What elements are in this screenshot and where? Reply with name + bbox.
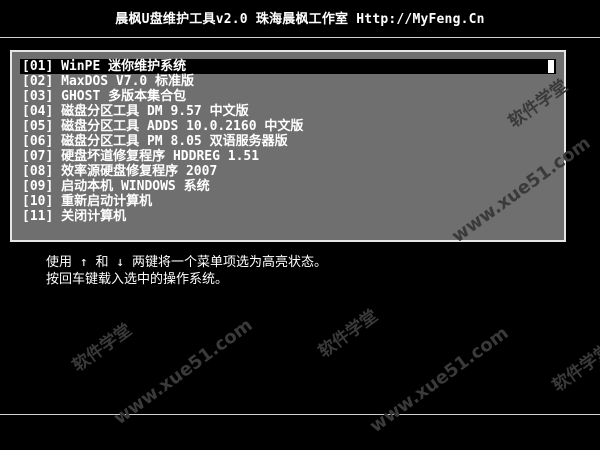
help-line-navigation: 使用 ↑ 和 ↓ 两键将一个菜单项选为高亮状态。	[46, 255, 327, 270]
top-divider	[0, 37, 600, 38]
menu-item-label: [03] GHOST 多版本集合包	[22, 89, 187, 104]
menu-item-dm[interactable]: [04] 磁盘分区工具 DM 9.57 中文版	[20, 104, 556, 119]
menu-item-label: [06] 磁盘分区工具 PM 8.05 双语服务器版	[22, 134, 288, 149]
menu-item-adds[interactable]: [05] 磁盘分区工具 ADDS 10.0.2160 中文版	[20, 119, 556, 134]
boot-menu-list: [01] WinPE 迷你维护系统 [02] MaxDOS V7.0 标准版 […	[20, 59, 556, 224]
menu-item-hddreg[interactable]: [07] 硬盘坏道修复程序 HDDREG 1.51	[20, 149, 556, 164]
watermark-site-url: www.xue51.com	[366, 322, 513, 437]
selection-cursor-icon	[548, 60, 554, 73]
watermark-site-name: 软件学堂	[314, 306, 382, 363]
menu-item-label: [01] WinPE 迷你维护系统	[22, 59, 187, 74]
menu-item-label: [05] 磁盘分区工具 ADDS 10.0.2160 中文版	[22, 119, 304, 134]
menu-item-label: [09] 启动本机 WINDOWS 系统	[22, 179, 210, 194]
menu-item-restart[interactable]: [10] 重新启动计算机	[20, 194, 556, 209]
menu-item-label: [11] 关闭计算机	[22, 209, 127, 224]
watermark-site-url: www.xue51.com	[110, 314, 257, 429]
watermark-site-name: 软件学堂	[548, 340, 600, 397]
menu-item-label: [08] 效率源硬盘修复程序 2007	[22, 164, 218, 179]
menu-item-winpe[interactable]: [01] WinPE 迷你维护系统	[20, 59, 556, 74]
menu-item-label: [02] MaxDOS V7.0 标准版	[22, 74, 195, 89]
bottom-divider	[0, 414, 600, 415]
help-line-enter: 按回车键载入选中的操作系统。	[46, 272, 229, 287]
menu-item-shutdown[interactable]: [11] 关闭计算机	[20, 209, 556, 224]
menu-item-pm[interactable]: [06] 磁盘分区工具 PM 8.05 双语服务器版	[20, 134, 556, 149]
menu-item-ghost[interactable]: [03] GHOST 多版本集合包	[20, 89, 556, 104]
menu-item-label: [10] 重新启动计算机	[22, 194, 153, 209]
boot-menu-title: 晨枫U盘维护工具v2.0 珠海晨枫工作室 Http://MyFeng.Cn	[115, 12, 485, 27]
menu-item-maxdos[interactable]: [02] MaxDOS V7.0 标准版	[20, 74, 556, 89]
watermark-site-name: 软件学堂	[68, 320, 136, 377]
menu-item-disk-repair[interactable]: [08] 效率源硬盘修复程序 2007	[20, 164, 556, 179]
menu-item-label: [04] 磁盘分区工具 DM 9.57 中文版	[22, 104, 249, 119]
boot-menu-panel: [01] WinPE 迷你维护系统 [02] MaxDOS V7.0 标准版 […	[10, 50, 566, 242]
help-text: 使用 ↑ 和 ↓ 两键将一个菜单项选为高亮状态。 按回车键载入选中的操作系统。	[46, 254, 327, 288]
menu-item-boot-windows[interactable]: [09] 启动本机 WINDOWS 系统	[20, 179, 556, 194]
menu-item-label: [07] 硬盘坏道修复程序 HDDREG 1.51	[22, 149, 260, 164]
